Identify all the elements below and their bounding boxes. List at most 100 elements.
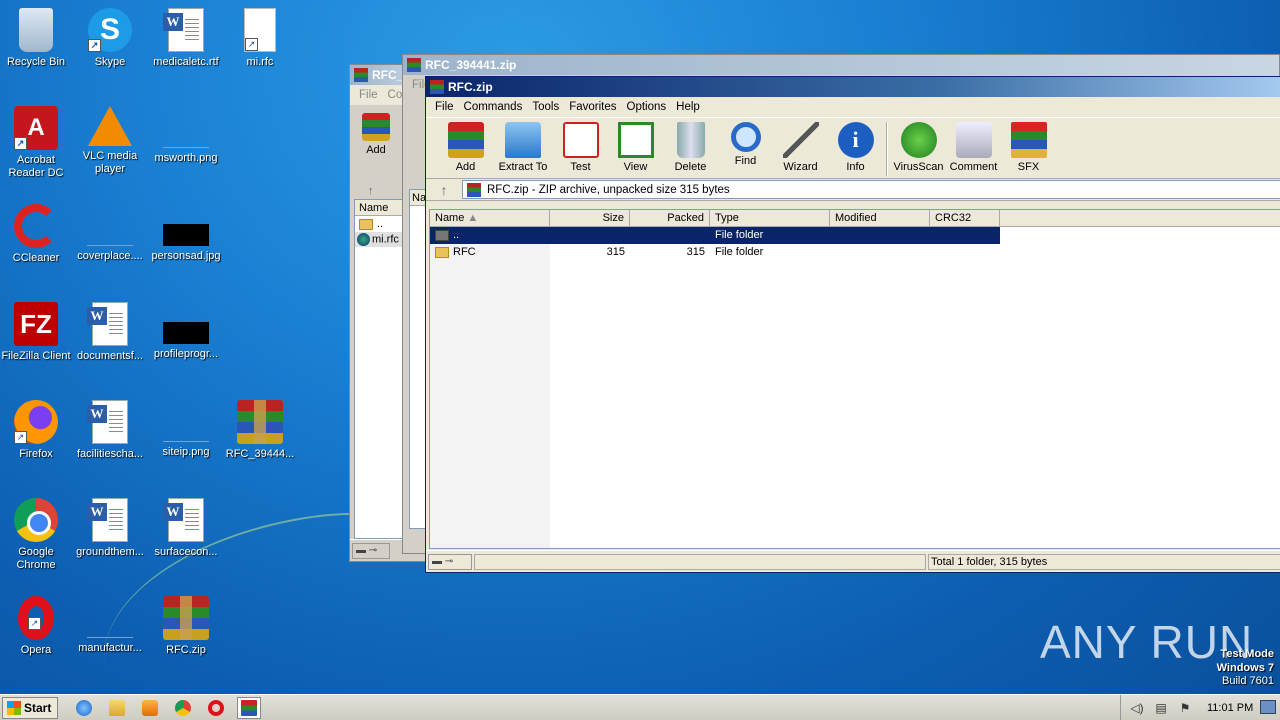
network-icon[interactable]: ▤ xyxy=(1153,700,1169,716)
menu-file[interactable]: File xyxy=(354,89,383,101)
desktop-icon-manufactur[interactable]: manufactur... xyxy=(72,596,148,655)
clock[interactable]: 11:01 PM xyxy=(1207,702,1253,714)
column-header-crc32[interactable]: CRC32 xyxy=(930,210,1000,226)
flag-icon[interactable]: ⚑ xyxy=(1177,700,1193,716)
desktop-icon-vlc[interactable]: VLC media player xyxy=(72,106,148,176)
taskbar-winrar-button[interactable] xyxy=(237,696,262,719)
show-desktop-icon[interactable] xyxy=(1260,700,1276,714)
menu-options[interactable]: Options xyxy=(622,101,672,113)
desktop-icon-siteip[interactable]: siteip.png xyxy=(148,400,224,459)
column-header-type[interactable]: Type xyxy=(710,210,830,226)
up-arrow-icon[interactable]: ↑ xyxy=(426,182,462,198)
taskbar-opera-button[interactable] xyxy=(204,697,228,719)
toolbar-wizard-button[interactable]: Wizard xyxy=(773,122,828,173)
skype-icon: S ↗ xyxy=(88,8,132,52)
desktop-icon-label: VLC media player xyxy=(82,150,138,175)
toolbar-delete-button[interactable]: Delete xyxy=(663,122,718,173)
table-row[interactable]: RFC 315 315 File folder xyxy=(430,244,1280,261)
desktop-icon-facilitiescha[interactable]: W facilitiescha... xyxy=(72,400,148,461)
winrar-main-window[interactable]: RFC.zip File Commands Tools Favorites Op… xyxy=(425,76,1280,573)
desktop-icon-label: FileZilla Client xyxy=(1,350,71,362)
desktop-icon-chrome[interactable]: Google Chrome xyxy=(0,498,74,572)
desktop-icon-mi-rfc[interactable]: ↗ mi.rfc xyxy=(222,8,298,69)
desktop-icon-rfc-zip[interactable]: RFC.zip xyxy=(148,596,224,657)
toolbar-extract-to-button[interactable]: Extract To xyxy=(493,122,553,173)
cell-size xyxy=(550,227,630,244)
cell-crc32 xyxy=(930,244,1000,261)
status-pane xyxy=(474,553,926,570)
cell-name: RFC xyxy=(430,244,550,261)
cell-type: File folder xyxy=(715,229,764,241)
desktop-icon-surfacecon[interactable]: W surfacecon... xyxy=(148,498,224,559)
menu-tools[interactable]: Tools xyxy=(527,101,564,113)
folder-icon xyxy=(435,246,449,258)
desktop-icon-ccleaner[interactable]: CCleaner xyxy=(0,204,74,265)
acrobat-icon: A ↗ xyxy=(14,106,58,150)
toolbar-add-button[interactable]: Add xyxy=(356,113,396,156)
toolbar-find-button[interactable]: Find xyxy=(718,122,773,167)
cell-modified xyxy=(830,244,930,261)
desktop-icon-acrobat[interactable]: A ↗ Acrobat Reader DC xyxy=(0,106,74,180)
desktop-icon-groundthem[interactable]: W groundthem... xyxy=(72,498,148,559)
desktop-icon-profileprogr[interactable]: profileprogr... xyxy=(148,302,224,361)
taskbar-chrome-button[interactable] xyxy=(171,697,195,719)
desktop-icon-skype[interactable]: S ↗ Skype xyxy=(72,8,148,69)
jpg-file-icon xyxy=(163,322,209,344)
wizard-icon xyxy=(782,122,819,158)
desktop-icon-recycle-bin[interactable]: Recycle Bin xyxy=(0,8,74,69)
desktop-icon-rfc-394441[interactable]: RFC_39444... xyxy=(222,400,298,461)
add-archive-icon xyxy=(362,113,390,141)
column-header-name[interactable]: Name xyxy=(355,200,403,216)
column-header-modified[interactable]: Modified xyxy=(830,210,930,226)
desktop-icon-firefox[interactable]: ↗ Firefox xyxy=(0,400,74,461)
speaker-icon[interactable]: ◁) xyxy=(1129,700,1145,716)
desktop-icon-documentsf[interactable]: W documentsf... xyxy=(72,302,148,363)
delete-icon xyxy=(676,122,705,158)
file-list[interactable]: Name ▲ Size Packed Type Modified CRC32 .… xyxy=(429,209,1280,549)
desktop-icon-coverplace[interactable]: coverplace.... xyxy=(72,204,148,263)
chrome-icon xyxy=(14,498,58,542)
file-list: Name .. mi.rfc xyxy=(354,199,404,539)
media-player-icon xyxy=(142,699,159,716)
toolbar-view-button[interactable]: View xyxy=(608,122,663,173)
desktop-icon-label: Google Chrome xyxy=(16,546,56,571)
toolbar-virusscan-button[interactable]: VirusScan xyxy=(891,122,946,173)
menu-help[interactable]: Help xyxy=(671,101,705,113)
toolbar-info-button[interactable]: i Info xyxy=(828,122,883,173)
toolbar-add-button[interactable]: Add xyxy=(438,122,493,173)
drive-key-icon[interactable]: ▬ ⊸ xyxy=(428,553,472,570)
toolbar-comment-button[interactable]: Comment xyxy=(946,122,1001,173)
ie-icon xyxy=(76,699,93,716)
list-item[interactable]: mi.rfc xyxy=(355,232,403,247)
column-header-size[interactable]: Size xyxy=(550,210,630,226)
start-button[interactable]: Start xyxy=(2,696,59,719)
column-header-name[interactable]: Name ▲ xyxy=(430,210,550,226)
address-field[interactable]: RFC.zip - ZIP archive, unpacked size 315… xyxy=(462,180,1280,199)
desktop-icon-opera[interactable]: ↗ Opera xyxy=(0,596,74,657)
cell-packed xyxy=(630,227,710,244)
column-header-packed[interactable]: Packed xyxy=(630,210,710,226)
desktop-icon-personsad[interactable]: personsad.jpg xyxy=(148,204,224,263)
desktop-icon-label: facilitiescha... xyxy=(76,448,144,460)
statusbar: ▬ ⊸ Total 1 folder, 315 bytes xyxy=(426,550,1280,572)
desktop-icon-label: Recycle Bin xyxy=(6,56,66,68)
taskbar-ie-button[interactable] xyxy=(72,697,96,719)
window-titlebar[interactable]: RFC.zip xyxy=(426,77,1280,97)
sfx-icon xyxy=(1010,122,1047,158)
desktop-icon-medicaletc[interactable]: W medicaletc.rtf xyxy=(148,8,224,69)
menu-commands[interactable]: Commands xyxy=(459,101,528,113)
menu-file[interactable]: File xyxy=(430,101,459,113)
taskbar-media-player-button[interactable] xyxy=(138,697,162,719)
toolbar-sfx-button[interactable]: SFX xyxy=(1001,122,1056,173)
toolbar-test-button[interactable]: Test xyxy=(553,122,608,173)
menu-favorites[interactable]: Favorites xyxy=(564,101,621,113)
table-row[interactable]: .. File folder xyxy=(430,227,1000,244)
taskbar-explorer-button[interactable] xyxy=(105,697,129,719)
window-titlebar[interactable]: RFC_394441.zip xyxy=(403,55,1279,75)
desktop-icon-label: Firefox xyxy=(19,448,53,460)
desktop-icon-msworth[interactable]: msworth.png xyxy=(148,106,224,165)
list-item[interactable]: .. xyxy=(355,216,403,232)
system-tray: ◁) ▤ ⚑ 11:01 PM xyxy=(1120,695,1280,720)
winrar-icon xyxy=(407,58,421,72)
desktop-icon-filezilla[interactable]: FZ FileZilla Client xyxy=(0,302,74,363)
